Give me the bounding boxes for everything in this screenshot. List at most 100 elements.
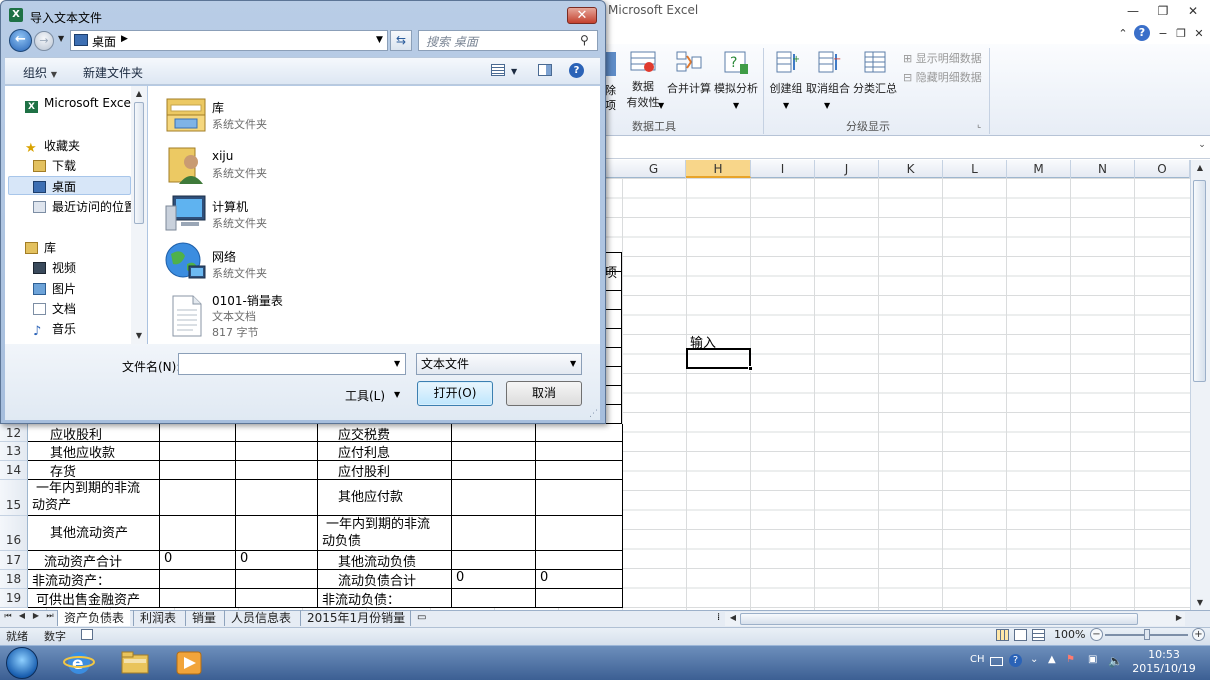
table-cell[interactable]	[452, 589, 536, 608]
table-cell[interactable]: 其他应收款	[28, 442, 160, 461]
preview-pane-icon[interactable]	[538, 64, 552, 76]
row-header[interactable]: 17	[0, 551, 28, 570]
table-cell[interactable]	[236, 589, 318, 608]
sheet-tab-sales[interactable]: 销量	[185, 610, 222, 626]
sheet-tab-profit[interactable]: 利润表	[133, 610, 182, 626]
help-icon[interactable]: ?	[569, 63, 584, 78]
table-cell[interactable]	[160, 461, 236, 480]
resize-grip-icon[interactable]: ⋰	[589, 409, 598, 419]
last-sheet-icon[interactable]: ⏭	[44, 611, 56, 621]
prev-sheet-icon[interactable]: ◀	[16, 611, 28, 620]
zoom-out-icon[interactable]: −	[1090, 628, 1103, 641]
row-header[interactable]: 16	[0, 516, 28, 551]
dialog-close-button[interactable]: ✕	[567, 7, 597, 24]
column-header-j[interactable]: J	[815, 160, 879, 178]
clock[interactable]: 10:53 2015/10/19	[1132, 648, 1196, 676]
chevron-down-icon[interactable]: ▼	[733, 101, 739, 110]
action-center-icon[interactable]: ⚑	[1066, 654, 1075, 665]
table-cell[interactable]: 一年内到期的非流 动资产	[28, 480, 160, 516]
file-name[interactable]: 网络	[212, 248, 236, 265]
file-name[interactable]: 计算机	[212, 198, 248, 215]
table-cell[interactable]	[536, 442, 623, 461]
dialog-launcher-icon[interactable]: ⌞	[977, 120, 981, 130]
vertical-scroll-thumb[interactable]	[1193, 180, 1206, 382]
table-cell[interactable]	[236, 461, 318, 480]
scroll-right-arrow-icon[interactable]: ▶	[1172, 613, 1186, 622]
view-options-chevron-icon[interactable]: ▼	[511, 67, 517, 76]
help-tray-icon[interactable]: ?	[1009, 654, 1022, 667]
chevron-down-icon[interactable]: ▼	[783, 101, 789, 110]
row-header[interactable]: 13	[0, 442, 28, 461]
table-cell[interactable]	[536, 461, 623, 480]
what-if-button[interactable]: ? 模拟分析	[713, 50, 759, 96]
filename-dropdown-icon[interactable]: ▼	[394, 359, 400, 368]
table-cell[interactable]	[536, 480, 623, 516]
network-icon[interactable]: ▣	[1088, 654, 1097, 665]
row-header[interactable]: 18	[0, 570, 28, 589]
scroll-left-arrow-icon[interactable]: ◀	[726, 613, 740, 622]
table-cell[interactable]	[236, 424, 318, 442]
sheet-tab-jan-sales[interactable]: 2015年1月份销量	[300, 610, 411, 626]
row-header[interactable]: 19	[0, 589, 28, 608]
table-cell[interactable]: 0	[236, 551, 318, 570]
nav-scroll-thumb[interactable]	[134, 102, 144, 224]
table-cell[interactable]	[536, 424, 623, 442]
filetype-dropdown-icon[interactable]: ▼	[570, 359, 576, 368]
taskbar-media-button[interactable]	[164, 647, 214, 679]
page-break-view-icon[interactable]	[1032, 629, 1045, 641]
table-cell[interactable]: 应交税费	[318, 424, 452, 442]
tools-button[interactable]: 工具(L)	[345, 387, 385, 404]
table-cell[interactable]	[452, 424, 536, 442]
column-header-g[interactable]: G	[622, 160, 686, 178]
filename-input[interactable]	[178, 353, 406, 375]
table-cell[interactable]	[452, 480, 536, 516]
normal-view-icon[interactable]	[996, 629, 1009, 641]
close-window-button[interactable]: ✕	[1180, 2, 1206, 20]
forward-arrow-icon[interactable]: →	[34, 31, 54, 51]
tab-split-handle[interactable]: ⁞	[717, 612, 720, 623]
table-cell[interactable]: 其他流动负债	[318, 551, 452, 570]
table-cell[interactable]: 非流动负债：	[318, 589, 452, 608]
table-cell[interactable]	[452, 551, 536, 570]
cancel-button[interactable]: 取消	[506, 381, 582, 406]
minimize-button[interactable]: —	[1120, 2, 1146, 20]
table-cell[interactable]: 应付利息	[318, 442, 452, 461]
tools-dropdown-icon[interactable]: ▼	[394, 390, 400, 399]
nav-item-favorites[interactable]: ★ 收藏夹	[25, 137, 80, 155]
table-cell[interactable]: 存货	[28, 461, 160, 480]
table-cell[interactable]	[160, 442, 236, 461]
show-hidden-icons-icon[interactable]: ▲	[1048, 654, 1056, 665]
filetype-select[interactable]: 文本文件	[416, 353, 582, 375]
nav-item-downloads[interactable]: 下载	[33, 157, 76, 174]
table-cell[interactable]: 0	[160, 551, 236, 570]
ribbon-collapse-icon[interactable]: ⌃	[1114, 26, 1132, 42]
table-cell[interactable]	[536, 551, 623, 570]
taskbar-explorer-button[interactable]	[110, 647, 160, 679]
row-header[interactable]: 14	[0, 461, 28, 480]
file-name[interactable]: 0101-销量表	[212, 292, 283, 309]
consolidate-button[interactable]: 合并计算	[667, 50, 711, 96]
next-sheet-icon[interactable]: ▶	[30, 611, 42, 620]
macro-record-icon[interactable]	[81, 629, 93, 640]
chevron-down-icon[interactable]: ▼	[658, 101, 664, 110]
language-indicator[interactable]: CH	[970, 654, 985, 665]
table-cell[interactable]	[452, 461, 536, 480]
table-cell[interactable]: 一年内到期的非流 动负债	[318, 516, 452, 551]
page-layout-view-icon[interactable]	[1014, 629, 1027, 641]
table-cell[interactable]	[236, 480, 318, 516]
file-item-computer[interactable]	[163, 192, 209, 239]
insert-sheet-icon[interactable]: ▭	[410, 610, 432, 626]
table-cell[interactable]	[452, 516, 536, 551]
table-cell[interactable]	[536, 589, 623, 608]
zoom-slider-thumb[interactable]	[1144, 629, 1150, 640]
open-button[interactable]: 打开(O)	[417, 381, 493, 406]
column-header-m[interactable]: M	[1007, 160, 1071, 178]
refresh-button[interactable]: ⇆	[390, 30, 412, 51]
new-folder-button[interactable]: 新建文件夹	[83, 64, 143, 81]
column-header-l[interactable]: L	[943, 160, 1007, 178]
zoom-in-icon[interactable]: +	[1192, 628, 1205, 641]
subtotal-button[interactable]: 分类汇总	[852, 50, 898, 96]
organize-button[interactable]: 组织 ▼	[23, 64, 57, 81]
show-detail-button[interactable]: ⊞ 显示明细数据	[903, 50, 982, 66]
row-header[interactable]: 12	[0, 424, 28, 442]
